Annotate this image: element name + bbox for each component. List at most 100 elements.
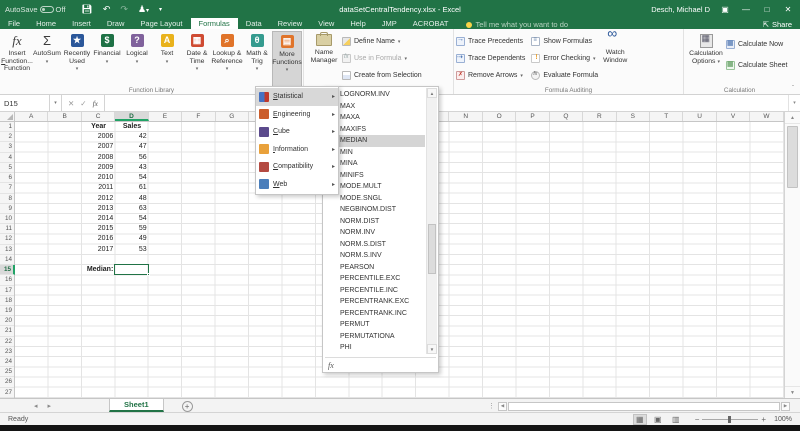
function-item-percentile.exc[interactable]: PERCENTILE.EXC	[324, 273, 425, 285]
cell-c13[interactable]: 2017	[82, 245, 115, 255]
zoom-in-button[interactable]: +	[761, 415, 766, 424]
menu-item-web[interactable]: Web▸	[256, 176, 338, 194]
column-header-c[interactable]: C	[82, 112, 115, 121]
select-all-corner[interactable]	[0, 112, 15, 121]
function-item-pearson[interactable]: PEARSON	[324, 262, 425, 274]
tab-jmp[interactable]: JMP	[374, 18, 405, 29]
trace-dependents-button[interactable]: Trace Dependents	[456, 52, 525, 65]
insert-function-button[interactable]: fxInsert Function...Function	[2, 31, 32, 86]
function-item-lognorm.inv[interactable]: LOGNORM.INV	[324, 89, 425, 101]
recently-used-button[interactable]: ★RecentlyUsed▾	[62, 31, 92, 86]
tab-review[interactable]: Review	[270, 18, 311, 29]
row-header-15[interactable]: 15	[0, 265, 15, 275]
zoom-level[interactable]: 100%	[774, 416, 792, 423]
name-box[interactable]: D15	[0, 95, 50, 111]
share-button[interactable]: ⇱ Share	[763, 20, 792, 29]
function-item-max[interactable]: MAX	[324, 101, 425, 113]
cell-c7[interactable]: 2011	[82, 183, 115, 193]
tab-draw[interactable]: Draw	[99, 18, 133, 29]
cell-c3[interactable]: 2007	[82, 142, 115, 152]
row-header-7[interactable]: 7	[0, 183, 14, 193]
watch-window-button[interactable]: Watch Window	[598, 31, 632, 86]
function-item-mode.mult[interactable]: MODE.MULT	[324, 181, 425, 193]
insert-function-menu-item[interactable]: fx	[324, 358, 437, 372]
tab-view[interactable]: View	[310, 18, 342, 29]
row-header-21[interactable]: 21	[0, 326, 14, 336]
cell-d11[interactable]: 59	[115, 224, 148, 234]
row-header-12[interactable]: 12	[0, 234, 14, 244]
calculate-now-button[interactable]: Calculate Now	[726, 38, 787, 51]
horizontal-scroll-thumb[interactable]	[508, 402, 780, 411]
row-header-26[interactable]: 26	[0, 377, 14, 387]
row-header-10[interactable]: 10	[0, 214, 14, 224]
zoom-slider-thumb[interactable]	[728, 416, 731, 423]
use-in-formula-button[interactable]: Use in Formula ▾	[342, 52, 422, 65]
cell-d9[interactable]: 63	[115, 204, 148, 214]
column-header-u[interactable]: U	[683, 112, 716, 121]
function-item-percentrank.inc[interactable]: PERCENTRANK.INC	[324, 308, 425, 320]
submenu-scrollbar[interactable]: ▲ ▼	[426, 88, 437, 354]
tab-insert[interactable]: Insert	[64, 18, 99, 29]
column-header-e[interactable]: E	[149, 112, 182, 121]
cell-d7[interactable]: 61	[115, 183, 148, 193]
expand-formula-bar-icon[interactable]: ▾	[788, 95, 800, 111]
scroll-up-icon[interactable]: ▲	[785, 112, 800, 124]
financial-button[interactable]: $Financial▾	[92, 31, 122, 86]
cell-d5[interactable]: 43	[115, 163, 148, 173]
zoom-out-button[interactable]: −	[695, 415, 700, 424]
row-header-19[interactable]: 19	[0, 306, 14, 316]
row-header-1[interactable]: 1	[0, 122, 14, 132]
cell-c8[interactable]: 2012	[82, 194, 115, 204]
remove-arrows-button[interactable]: Remove Arrows ▾	[456, 69, 525, 82]
cell-d10[interactable]: 54	[115, 214, 148, 224]
row-header-27[interactable]: 27	[0, 388, 14, 398]
math-trig-button[interactable]: θMath &Trig▾	[242, 31, 272, 86]
menu-item-compatibility[interactable]: Compatibility▸	[256, 158, 338, 176]
cell-c10[interactable]: 2014	[82, 214, 115, 224]
menu-item-cube[interactable]: Cube▸	[256, 123, 338, 141]
cell-d1-sales[interactable]: Sales	[115, 122, 148, 132]
row-header-22[interactable]: 22	[0, 337, 14, 347]
column-header-v[interactable]: V	[717, 112, 750, 121]
cancel-icon[interactable]: ✕	[68, 99, 74, 108]
row-header-23[interactable]: 23	[0, 347, 14, 357]
cell-d8[interactable]: 48	[115, 194, 148, 204]
vertical-scrollbar[interactable]: ▲ ▼	[784, 112, 800, 398]
function-item-minifs[interactable]: MINIFS	[324, 170, 425, 182]
cell-d3[interactable]: 47	[115, 142, 148, 152]
column-header-n[interactable]: N	[449, 112, 482, 121]
new-sheet-button[interactable]: +	[182, 401, 193, 412]
function-item-maxa[interactable]: MAXA	[324, 112, 425, 124]
column-header-s[interactable]: S	[617, 112, 650, 121]
tab-formulas[interactable]: Formulas	[191, 18, 238, 29]
column-header-o[interactable]: O	[483, 112, 516, 121]
create-from-selection-button[interactable]: Create from Selection	[342, 69, 422, 82]
show-formulas-button[interactable]: Show Formulas	[531, 35, 598, 48]
calculation-options-button[interactable]: Calculation Options▾	[686, 31, 726, 86]
vertical-scroll-thumb[interactable]	[787, 126, 798, 188]
active-cell-selection[interactable]	[114, 264, 148, 275]
function-item-norm.dist[interactable]: NORM.DIST	[324, 216, 425, 228]
next-sheet-icon[interactable]: ▸	[48, 402, 52, 410]
horizontal-scrollbar[interactable]: ⋮ ◀ ▶	[488, 401, 790, 411]
define-name-button[interactable]: Define Name ▾	[342, 35, 422, 48]
function-item-percentrank.exc[interactable]: PERCENTRANK.EXC	[324, 296, 425, 308]
formula-input[interactable]	[105, 95, 788, 111]
cell-d2[interactable]: 42	[115, 132, 148, 142]
column-header-q[interactable]: Q	[550, 112, 583, 121]
column-header-d[interactable]: D	[115, 112, 148, 121]
column-header-b[interactable]: B	[48, 112, 81, 121]
autosum-button[interactable]: ΣAutoSum▾	[32, 31, 62, 86]
cell-d12[interactable]: 49	[115, 234, 148, 244]
tab-help[interactable]: Help	[342, 18, 373, 29]
column-header-p[interactable]: P	[516, 112, 549, 121]
menu-item-engineering[interactable]: Engineering▸	[256, 106, 338, 124]
submenu-scroll-thumb[interactable]	[428, 224, 436, 274]
row-header-25[interactable]: 25	[0, 367, 14, 377]
row-header-3[interactable]: 3	[0, 142, 14, 152]
cell-c1-year[interactable]: Year	[82, 122, 115, 132]
tab-acrobat[interactable]: ACROBAT	[405, 18, 457, 29]
tab-file[interactable]: File	[0, 18, 28, 29]
ribbon-display-options-button[interactable]: ▣	[719, 5, 731, 14]
maximize-button[interactable]: □	[761, 5, 773, 14]
